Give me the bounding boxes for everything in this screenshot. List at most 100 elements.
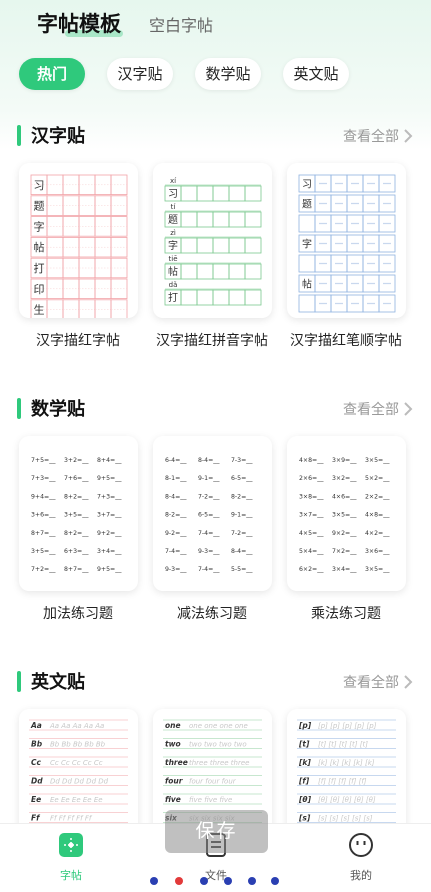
card-math-mul[interactable]: 4×8=__ 3×9=__ 3×5=__ 2×6=__ 3×2=__ 5×2=__ 3×8=… <box>287 436 406 591</box>
grid-cell <box>78 278 96 300</box>
card-hanzi-red[interactable]: 习题字帖打印生 <box>19 163 138 318</box>
sample-text: two <box>165 740 181 749</box>
math-expression: 5-5=__ <box>231 566 253 573</box>
chip-hot[interactable]: 热门 <box>19 58 85 90</box>
card-math-add[interactable]: 7+5=__ 3+2=__ 8+4=__ 7+3=__ 7+6=__ 9+5=__ 9+4=… <box>19 436 138 591</box>
template-icon <box>59 833 83 857</box>
trace-text: Aa Aa Aa Aa Aa <box>49 722 104 730</box>
grid-cell <box>196 211 214 228</box>
tab-blank[interactable]: 空白字帖 <box>149 12 213 36</box>
section-accent-bar <box>17 671 21 692</box>
chip-english[interactable]: 英文贴 <box>283 58 349 90</box>
chevron-right-icon[interactable] <box>402 127 414 145</box>
grid-cell <box>180 237 198 254</box>
grid-cell <box>62 195 80 216</box>
grid-cell <box>298 294 316 313</box>
section-title: 数学贴 <box>31 399 85 420</box>
grid-cell <box>94 195 112 216</box>
math-expression: 7-2=__ <box>231 530 253 537</box>
grid-cell <box>46 195 64 216</box>
math-expression: 6-4=__ <box>165 457 187 464</box>
chevron-right-icon[interactable] <box>402 673 414 691</box>
section-accent-bar <box>17 398 21 419</box>
grid-cell <box>46 237 64 258</box>
grid-cell <box>94 278 112 300</box>
grid-cell <box>46 216 64 237</box>
pinyin-text: xí <box>170 177 177 185</box>
math-expression: 7+3=__ <box>97 493 122 500</box>
nav-label: 字帖 <box>60 869 82 882</box>
nav-profile[interactable]: 我的 <box>321 832 401 883</box>
chevron-right-icon[interactable] <box>402 400 414 418</box>
math-expression: 3×5=__ <box>365 457 390 464</box>
section-hanzi-header: 汉字贴 查看全部 <box>0 121 431 151</box>
nav-template[interactable]: 字帖 <box>31 832 111 883</box>
indicator-dot <box>150 877 158 885</box>
profile-icon <box>349 833 373 857</box>
save-button[interactable]: 保存 <box>165 810 268 853</box>
grid-cell <box>110 278 128 300</box>
math-expression: 6-5=__ <box>231 475 253 482</box>
grid-cell <box>62 174 80 196</box>
math-expression: 7-2=__ <box>198 493 220 500</box>
grid-cell <box>110 237 128 258</box>
hanzi-char: 帖 <box>34 241 45 254</box>
see-all-math[interactable]: 查看全部 <box>343 399 399 419</box>
grid-cell <box>298 254 316 273</box>
hanzi-char: 习 <box>302 180 312 191</box>
grid-cell <box>212 263 230 280</box>
trace-text: [s] [s] [s] [s] [s] <box>318 815 373 823</box>
grid-cell <box>196 237 214 254</box>
pinyin-text: dǎ <box>169 281 178 289</box>
hanzi-char: 题 <box>302 199 312 211</box>
grid-cell <box>180 211 198 228</box>
math-expression: 8-4=__ <box>165 493 187 500</box>
trace-text: [t] [t] [t] [t] [t] <box>318 741 368 749</box>
math-expression: 8+7=__ <box>31 530 56 537</box>
indicator-dot <box>271 877 279 885</box>
math-expression: 2×2=__ <box>365 493 390 500</box>
math-expression: 9-2=__ <box>165 530 187 537</box>
math-expression: 2×6=__ <box>299 475 324 482</box>
pinyin-text: tiē <box>169 255 178 263</box>
grid-cell <box>244 263 262 280</box>
chip-math[interactable]: 数学贴 <box>195 58 261 90</box>
trace-text: Dd Dd Dd Dd Dd <box>50 778 109 786</box>
sample-text: four <box>165 777 184 786</box>
math-expression: 3×8=__ <box>299 493 324 500</box>
chip-hanzi[interactable]: 汉字贴 <box>107 58 173 90</box>
see-all-hanzi[interactable]: 查看全部 <box>343 126 399 146</box>
math-expression: 8-2=__ <box>231 493 253 500</box>
trace-text: Ff Ff Ff Ff Ff <box>50 815 93 823</box>
trace-text: [f] [f] [f] [f] [f] <box>318 778 367 786</box>
card-hanzi-stroke[interactable]: 习题字帖 <box>287 163 406 318</box>
hanzi-char: 帖 <box>302 278 312 291</box>
grid-cell <box>46 299 64 318</box>
sample-text: three <box>165 758 188 767</box>
grid-cell <box>62 299 80 318</box>
card-label: 汉字描红笔顺字帖 <box>290 333 402 349</box>
math-expression: 7×2=__ <box>332 548 357 555</box>
sample-text: Ee <box>31 795 41 804</box>
section-title: 英文贴 <box>31 672 85 693</box>
math-expression: 6×2=__ <box>299 566 324 573</box>
math-expression: 3+5=__ <box>64 512 89 519</box>
grid-cell <box>212 237 230 254</box>
grid-cell <box>244 185 262 202</box>
trace-text: Cc Cc Cc Cc Cc <box>50 759 103 767</box>
grid-cell <box>46 257 64 279</box>
math-expression: 8-4=__ <box>198 457 220 464</box>
tab-template[interactable]: 字帖模板 <box>37 8 123 38</box>
pinyin-text: zì <box>170 229 176 237</box>
math-expression: 9-1=__ <box>198 475 220 482</box>
card-hanzi-pinyin[interactable]: xí 习 tí 题 zì 字 tiē 帖 dǎ 打 <box>153 163 272 318</box>
hanzi-char: 字 <box>34 219 45 233</box>
grid-cell <box>46 278 64 300</box>
math-expression: 4×6=__ <box>332 493 357 500</box>
grid-cell <box>110 195 128 216</box>
trace-text: Bb Bb Bb Bb Bb <box>50 741 106 749</box>
math-expression: 7-4=__ <box>198 566 220 573</box>
hanzi-char: 题 <box>168 214 178 226</box>
card-math-sub[interactable]: 6-4=__ 8-4=__ 7-3=__ 8-1=__ 9-1=__ 6-5=__ 8-4=… <box>153 436 272 591</box>
see-all-english[interactable]: 查看全部 <box>343 672 399 692</box>
